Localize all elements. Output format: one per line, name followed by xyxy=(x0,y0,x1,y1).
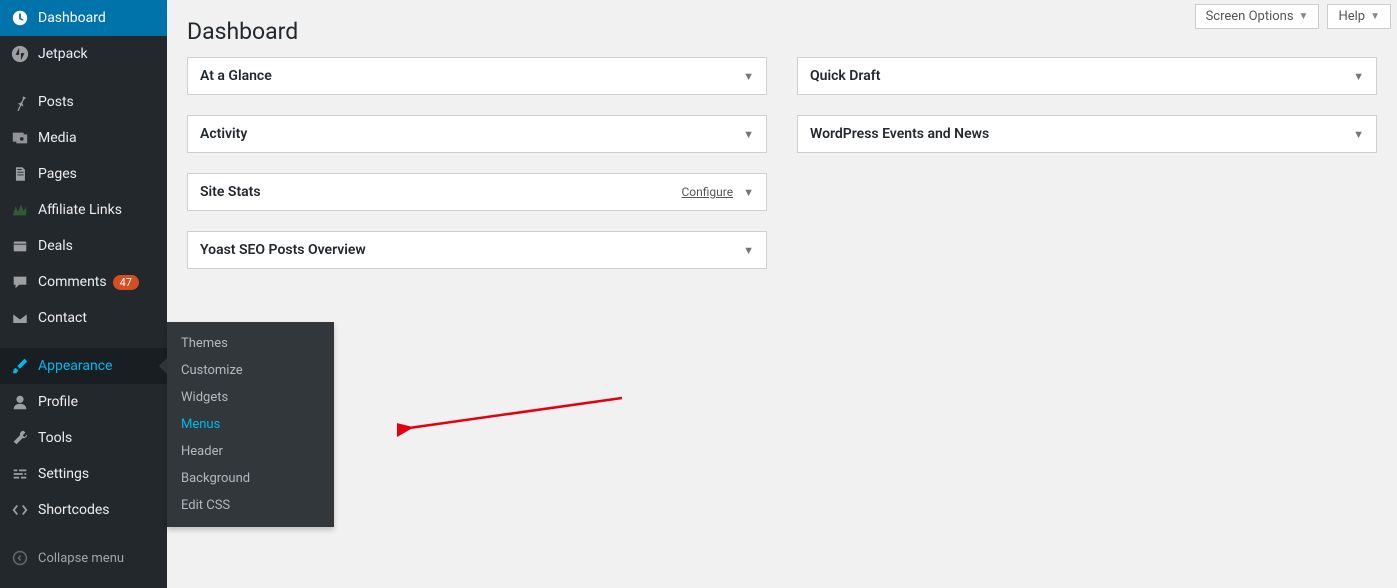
sidebar-item-contact[interactable]: Contact xyxy=(0,300,167,336)
sidebar-label-deals: Deals xyxy=(38,238,73,254)
screen-options-label: Screen Options xyxy=(1206,9,1294,24)
sidebar-label-pages: Pages xyxy=(38,166,77,182)
sidebar-label-jetpack: Jetpack xyxy=(38,46,88,62)
help-label: Help xyxy=(1338,9,1365,24)
brush-icon xyxy=(10,356,30,376)
sidebar-label-affiliate: Affiliate Links xyxy=(38,202,122,218)
main-content: Screen Options ▼ Help ▼ Dashboard At a G… xyxy=(167,0,1397,588)
sidebar-label-shortcodes: Shortcodes xyxy=(38,502,110,518)
media-icon xyxy=(10,128,30,148)
wrench-icon xyxy=(10,428,30,448)
deals-icon xyxy=(10,236,30,256)
screen-options-button[interactable]: Screen Options ▼ xyxy=(1195,4,1320,29)
user-icon xyxy=(10,392,30,412)
widget-title-site-stats: Site Stats xyxy=(200,184,261,200)
widget-toggle-quick-draft[interactable]: ▼ xyxy=(1353,70,1364,83)
caret-down-icon: ▼ xyxy=(1299,11,1309,22)
sidebar-label-posts: Posts xyxy=(38,94,74,110)
dashboard-icon xyxy=(10,8,30,28)
affiliate-icon xyxy=(10,200,30,220)
sidebar-item-tools[interactable]: Tools xyxy=(0,420,167,456)
sidebar-item-media[interactable]: Media xyxy=(0,120,167,156)
sidebar-label-profile: Profile xyxy=(38,394,78,410)
sidebar-item-jetpack[interactable]: Jetpack xyxy=(0,36,167,72)
collapse-menu-button[interactable]: Collapse menu xyxy=(0,540,167,576)
sidebar-label-contact: Contact xyxy=(38,310,87,326)
sidebar-label-dashboard: Dashboard xyxy=(38,10,106,26)
sidebar-label-settings: Settings xyxy=(38,466,89,482)
comments-icon xyxy=(10,272,30,292)
collapse-label: Collapse menu xyxy=(38,551,124,566)
sidebar-label-appearance: Appearance xyxy=(38,358,112,374)
widget-toggle-site-stats[interactable]: ▼ xyxy=(743,186,754,199)
widget-title-activity: Activity xyxy=(200,126,247,142)
annotation-arrow xyxy=(397,390,637,440)
sidebar-item-appearance[interactable]: Appearance xyxy=(0,348,167,384)
widget-toggle-activity[interactable]: ▼ xyxy=(743,128,754,141)
widget-title-yoast: Yoast SEO Posts Overview xyxy=(200,242,366,258)
collapse-icon xyxy=(10,548,30,568)
sidebar-item-shortcodes[interactable]: Shortcodes xyxy=(0,492,167,528)
sidebar-item-posts[interactable]: Posts xyxy=(0,84,167,120)
widget-wp-news: WordPress Events and News ▼ xyxy=(797,115,1377,153)
widget-title-quick-draft: Quick Draft xyxy=(810,68,880,84)
widget-title-wp-news: WordPress Events and News xyxy=(810,126,989,142)
widget-toggle-at-a-glance[interactable]: ▼ xyxy=(743,70,754,83)
sidebar-item-pages[interactable]: Pages xyxy=(0,156,167,192)
widget-at-a-glance: At a Glance ▼ xyxy=(187,57,767,95)
sidebar-item-settings[interactable]: Settings xyxy=(0,456,167,492)
sidebar-item-dashboard[interactable]: Dashboard xyxy=(0,0,167,36)
sidebar-label-comments: Comments xyxy=(38,274,107,290)
help-button[interactable]: Help ▼ xyxy=(1327,4,1391,29)
sidebar-label-tools: Tools xyxy=(38,430,72,446)
code-icon xyxy=(10,500,30,520)
admin-sidebar: Dashboard Jetpack Posts Media Page xyxy=(0,0,167,588)
mail-icon xyxy=(10,308,30,328)
sidebar-item-affiliate-links[interactable]: Affiliate Links xyxy=(0,192,167,228)
sidebar-item-profile[interactable]: Profile xyxy=(0,384,167,420)
widget-toggle-wp-news[interactable]: ▼ xyxy=(1353,128,1364,141)
widget-activity: Activity ▼ xyxy=(187,115,767,153)
pages-icon xyxy=(10,164,30,184)
sidebar-label-media: Media xyxy=(38,130,77,146)
widget-quick-draft: Quick Draft ▼ xyxy=(797,57,1377,95)
sliders-icon xyxy=(10,464,30,484)
site-stats-configure-link[interactable]: Configure xyxy=(682,185,734,199)
comments-count-badge: 47 xyxy=(113,275,139,290)
caret-down-icon: ▼ xyxy=(1370,11,1380,22)
sidebar-item-deals[interactable]: Deals xyxy=(0,228,167,264)
widget-title-at-a-glance: At a Glance xyxy=(200,68,272,84)
widget-yoast: Yoast SEO Posts Overview ▼ xyxy=(187,231,767,269)
pushpin-icon xyxy=(10,92,30,112)
sidebar-item-comments[interactable]: Comments 47 xyxy=(0,264,167,300)
widget-toggle-yoast[interactable]: ▼ xyxy=(743,244,754,257)
jetpack-icon xyxy=(10,44,30,64)
widget-site-stats: Site Stats Configure ▼ xyxy=(187,173,767,211)
